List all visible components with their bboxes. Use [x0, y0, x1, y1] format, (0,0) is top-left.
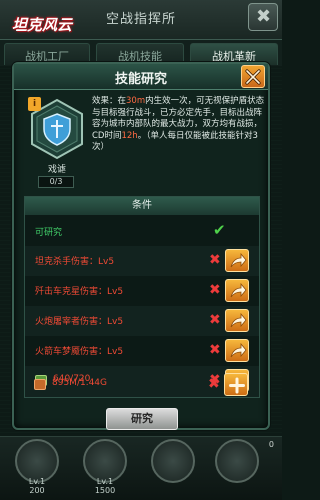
unit-slot-3[interactable] — [150, 439, 196, 487]
dialog-title: 技能研究 — [114, 72, 167, 87]
unit-slot-4[interactable] — [214, 439, 260, 487]
unit-cost: 1500 — [94, 486, 116, 495]
unit-slot-1[interactable]: Lv.1 200 — [14, 439, 60, 495]
condition-label: 歼击车克星伤害：Lv5 — [35, 287, 124, 297]
condition-row: 可研究 ✔ — [25, 217, 259, 247]
condition-row: 895M/1.44G ✖ — [24, 370, 260, 400]
condition-row: 火炮屠宰者伤害：Lv5 ✖ — [25, 306, 259, 336]
skill-name: 戏谑 — [47, 165, 66, 175]
unit-cost: 200 — [29, 486, 45, 495]
condition-row: 坦克杀手伤害：Lv5 ✖ — [25, 246, 259, 276]
top-bar: 坦克风云 空战指挥所 ✖ — [0, 0, 282, 40]
go-upgrade-button[interactable] — [225, 309, 249, 332]
condition-label: 可研究 — [35, 228, 63, 238]
window-title: 空战指挥所 — [105, 12, 176, 27]
skill-effect-text: 效果：在30m内生效一次，可无视保护盾状态与目标强行战斗，已方必定先手，目标出战… — [92, 96, 265, 153]
conditions-header: 条件 — [25, 197, 259, 215]
dialog-header: 技能研究 — [14, 64, 268, 90]
count-badge: 0 — [268, 440, 274, 449]
conditions-panel: 条件 可研究 ✔ 坦克杀手伤害：Lv5 ✖ 歼击车克星伤害：Lv5 ✖ 火炮屠宰… — [24, 196, 260, 398]
skill-research-dialog: 技能研究 i 戏谑 0/3 效果：在30m内生效一次，可无视保护盾状态与目标强行… — [12, 62, 270, 430]
go-arrow-icon — [230, 283, 247, 298]
go-arrow-icon — [230, 313, 247, 328]
locked-aircraft-icon — [215, 439, 259, 483]
condition-row: 歼击车克星伤害：Lv5 ✖ — [25, 276, 259, 306]
unit-level: Lv.1 — [96, 477, 114, 486]
unit-level: Lv.1 — [28, 477, 46, 486]
unmet-x-icon: ✖ — [209, 252, 221, 268]
unmet-x-icon: ✖ — [209, 342, 221, 358]
go-upgrade-button[interactable] — [225, 279, 249, 302]
add-resource-button[interactable] — [224, 373, 248, 396]
bottom-unit-bar: Lv.1 200 Lv.1 1500 0 — [0, 436, 282, 500]
unmet-x-icon: ✖ — [209, 312, 221, 328]
condition-label: 火炮屠宰者伤害：Lv5 — [35, 317, 124, 327]
research-button[interactable]: 研究 — [106, 408, 178, 430]
locked-aircraft-icon — [151, 439, 195, 483]
info-icon[interactable]: i — [28, 97, 41, 111]
go-arrow-icon — [230, 343, 247, 358]
go-upgrade-button[interactable] — [225, 249, 249, 272]
condition-label: 火箭车梦魇伤害：Lv5 — [35, 347, 124, 357]
check-icon: ✔ — [213, 221, 226, 239]
unmet-x-icon: ✖ — [209, 282, 221, 298]
unit-slot-2[interactable]: Lv.1 1500 — [82, 439, 128, 495]
close-icon: ✖ — [256, 6, 272, 27]
skill-level-count: 0/3 — [38, 176, 74, 188]
condition-row: 火箭车梦魇伤害：Lv5 ✖ — [25, 336, 259, 366]
unmet-x-icon: ✖ — [208, 376, 220, 392]
plus-icon — [229, 377, 245, 394]
close-icon — [245, 69, 261, 85]
window-close-button[interactable]: ✖ — [248, 3, 278, 31]
go-upgrade-button[interactable] — [225, 339, 249, 362]
dialog-close-button[interactable] — [241, 65, 265, 88]
condition-label: 坦克杀手伤害：Lv5 — [35, 257, 115, 267]
materials-icon — [34, 379, 46, 390]
go-arrow-icon — [230, 253, 247, 268]
resource-amount: 895M/1.44G — [52, 378, 107, 388]
